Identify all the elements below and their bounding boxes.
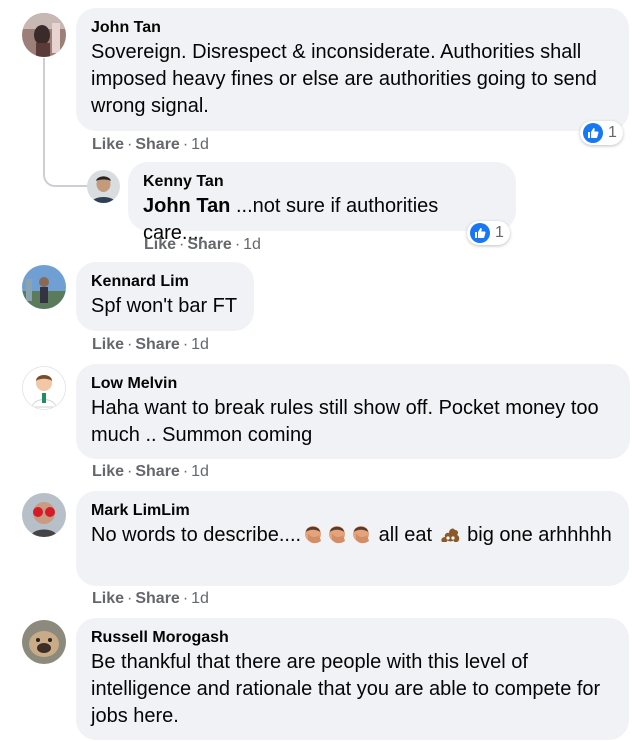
comment-author[interactable]: Kennard Lim — [91, 272, 240, 291]
separator: · — [182, 590, 189, 607]
comment-text: Sovereign. Disrespect & inconsiderate. A… — [91, 41, 597, 117]
comment-actions: Like · Share · 1d — [92, 463, 209, 481]
comment-text: Be thankful that there are people with t… — [91, 651, 601, 727]
share-button[interactable]: Share — [135, 590, 179, 607]
timestamp[interactable]: 1d — [191, 136, 209, 153]
person-facepalming-icon — [350, 523, 372, 553]
comment-bubble: John Tan Sovereign. Disrespect & inconsi… — [76, 8, 629, 131]
like-icon — [470, 223, 490, 243]
comment-text: No words to describe.... all eat big one… — [91, 522, 615, 553]
avatar[interactable] — [87, 170, 120, 203]
share-button[interactable]: Share — [135, 136, 179, 153]
comment-actions: Like · Share · 1d — [144, 236, 261, 254]
separator: · — [127, 463, 133, 480]
comment-author[interactable]: Russell Morogash — [91, 628, 615, 647]
like-button[interactable]: Like — [92, 336, 124, 353]
reaction-badge[interactable]: 1 — [467, 221, 510, 245]
separator: · — [182, 463, 189, 480]
separator: · — [127, 590, 133, 607]
comment-text-part: big one arhhhhh — [461, 524, 612, 546]
mention-link[interactable]: John Tan — [143, 195, 230, 217]
separator: · — [182, 336, 189, 353]
comment-bubble: Russell Morogash Be thankful that there … — [76, 618, 629, 740]
separator: · — [182, 136, 189, 153]
comment-author[interactable]: Mark LimLim — [91, 501, 615, 520]
share-button[interactable]: Share — [135, 463, 179, 480]
like-icon — [583, 123, 603, 143]
reaction-count: 1 — [608, 124, 617, 141]
separator: · — [179, 236, 185, 253]
like-button[interactable]: Like — [92, 590, 124, 607]
comment-actions: Like · Share · 1d — [92, 336, 209, 354]
person-facepalming-icon — [302, 523, 324, 553]
separator: · — [127, 136, 133, 153]
comment-bubble: Mark LimLim No words to describe.... all… — [76, 491, 629, 586]
like-button[interactable]: Like — [92, 463, 124, 480]
like-button[interactable]: Like — [144, 236, 176, 253]
like-button[interactable]: Like — [92, 136, 124, 153]
avatar[interactable] — [22, 265, 66, 309]
timestamp[interactable]: 1d — [191, 590, 209, 607]
comment-text: Haha want to break rules still show off.… — [91, 397, 599, 446]
timestamp[interactable]: 1d — [243, 236, 261, 253]
comment-bubble: Kenny Tan John Tan ...not sure if author… — [128, 162, 516, 244]
avatar[interactable] — [22, 493, 66, 537]
comment-author[interactable]: Kenny Tan — [143, 172, 502, 191]
avatar[interactable] — [22, 620, 66, 664]
reaction-badge[interactable]: 1 — [580, 121, 623, 145]
comment-bubble: Kennard Lim Spf won't bar FT — [76, 262, 254, 331]
share-button[interactable]: Share — [187, 236, 231, 253]
reaction-count: 1 — [495, 224, 504, 241]
comment-actions: Like · Share · 1d — [92, 136, 209, 154]
pile-of-poo-icon — [439, 523, 461, 553]
comment-actions: Like · Share · 1d — [92, 590, 209, 608]
person-facepalming-icon — [326, 523, 348, 553]
avatar[interactable] — [22, 13, 66, 57]
comment-text-part: all eat — [373, 524, 438, 546]
timestamp[interactable]: 1d — [191, 336, 209, 353]
comment-text-part: No words to describe.... — [91, 524, 302, 546]
separator: · — [127, 336, 133, 353]
avatar[interactable] — [22, 366, 66, 410]
comment-author[interactable]: Low Melvin — [91, 374, 616, 393]
separator: · — [234, 236, 241, 253]
comment-bubble: Low Melvin Haha want to break rules stil… — [76, 364, 630, 459]
share-button[interactable]: Share — [135, 336, 179, 353]
timestamp[interactable]: 1d — [191, 463, 209, 480]
comment-author[interactable]: John Tan — [91, 18, 615, 37]
comment-text: Spf won't bar FT — [91, 295, 238, 317]
